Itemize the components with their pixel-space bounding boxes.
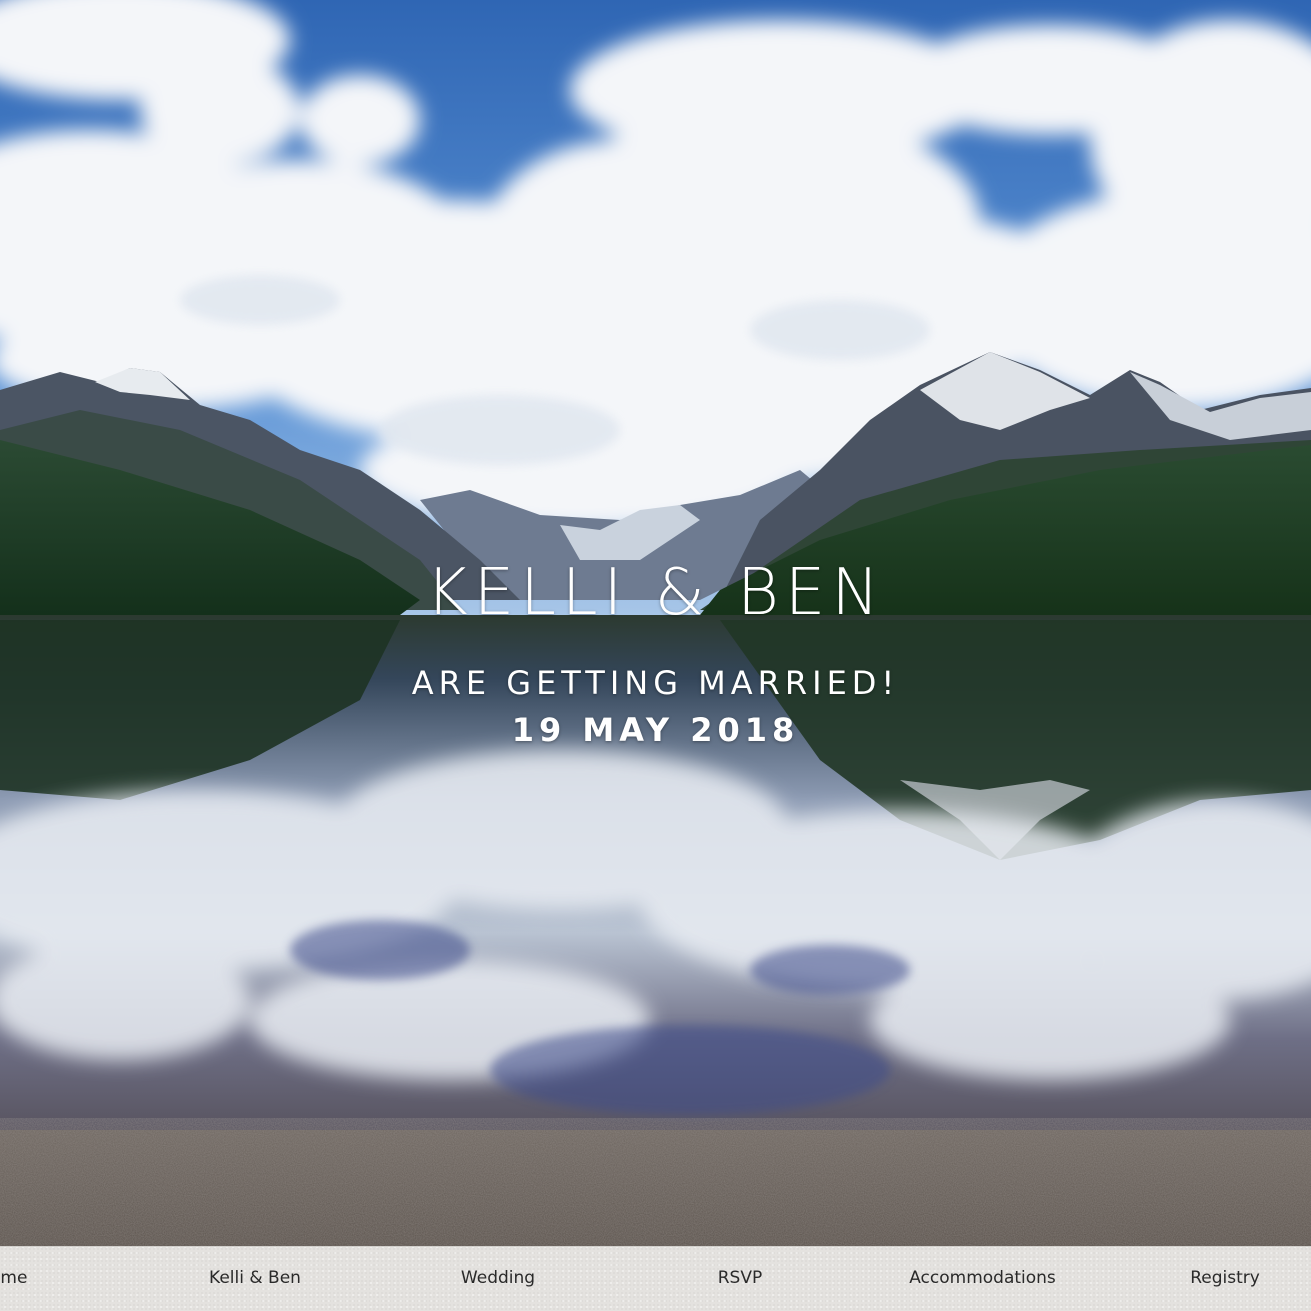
wedding-date: 19 MAY 2018 [511,711,800,749]
nav-item-kelli-and-ben-label: Kelli & Ben [209,1268,301,1288]
nav-item-home-label: ome [0,1268,28,1288]
nav-item-registry[interactable]: Registry [1170,1247,1280,1311]
nav-item-registry-label: Registry [1190,1268,1260,1288]
nav-item-rsvp-label: RSVP [717,1268,763,1288]
nav-item-kelli-and-ben[interactable]: Kelli & Ben [195,1247,315,1311]
nav-item-wedding-label: Wedding [460,1268,536,1288]
page: KELLI & BEN ARE GETTING MARRIED! 19 MAY … [0,0,1311,1311]
nav-item-home[interactable]: ome [0,1247,50,1311]
nav-item-rsvp[interactable]: RSVP [700,1247,780,1311]
main-nav: ome Kelli & Ben Wedding RSVP Accommodati… [0,1246,1311,1311]
nav-item-accommodations[interactable]: Accommodations [890,1247,1075,1311]
couple-names-heading: KELLI & BEN [425,556,886,630]
nav-item-wedding[interactable]: Wedding [440,1247,556,1311]
tagline: ARE GETTING MARRIED! [411,664,900,702]
nav-item-accommodations-label: Accommodations [909,1268,1056,1288]
